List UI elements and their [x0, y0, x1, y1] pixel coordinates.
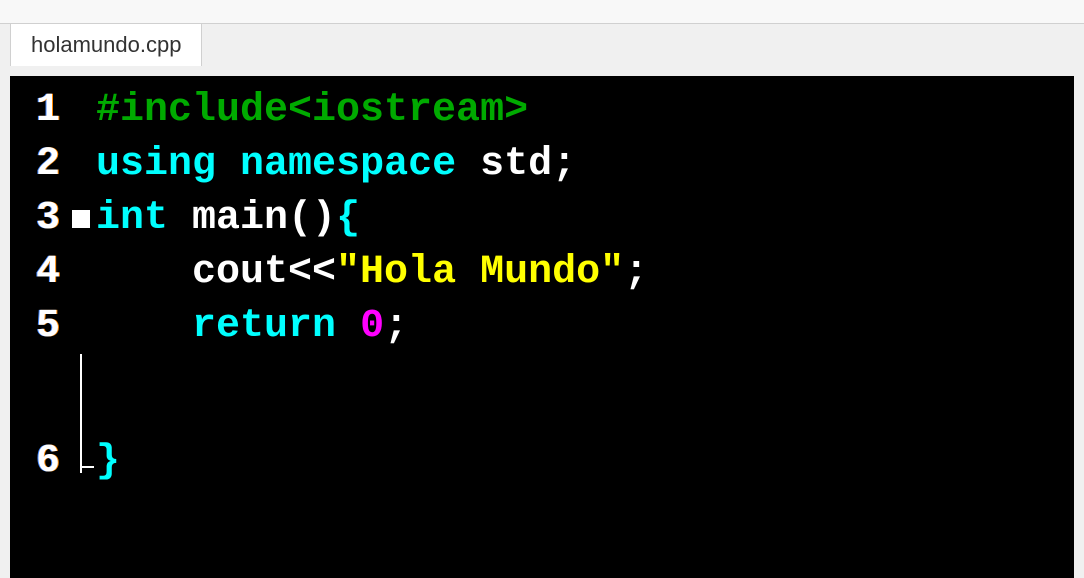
token-keyword: namespace	[240, 142, 456, 187]
code-line: 4 cout<<"Hola Mundo";	[16, 246, 1068, 300]
editor-top-bar	[0, 0, 1084, 24]
file-tab[interactable]: holamundo.cpp	[10, 24, 202, 66]
token-keyword: return	[192, 304, 336, 349]
fold-end-vertical	[80, 354, 82, 473]
code-content: #include<iostream>	[96, 84, 528, 138]
code-content: int main(){	[96, 192, 360, 246]
code-content: return 0;	[96, 300, 408, 354]
code-line: 3 int main(){	[16, 192, 1068, 246]
fold-gutter-end	[66, 354, 96, 570]
token-brace: {	[336, 196, 360, 241]
code-line: 2 using namespace std;	[16, 138, 1068, 192]
line-number: 3	[16, 192, 66, 246]
line-number: 4	[16, 246, 66, 300]
token-identifier: std	[480, 142, 552, 187]
line-number: 1	[16, 84, 66, 138]
token-keyword: using	[96, 142, 216, 187]
code-content: using namespace std;	[96, 138, 576, 192]
line-number: 2	[16, 138, 66, 192]
code-content: cout<<"Hola Mundo";	[96, 246, 648, 300]
code-line: 1 #include<iostream>	[16, 84, 1068, 138]
code-line: 6 }	[16, 354, 1068, 570]
token-punct: ()	[288, 196, 336, 241]
token-punct: ;	[552, 142, 576, 187]
token-number: 0	[360, 304, 384, 349]
fold-square-icon	[72, 210, 90, 228]
token-punct: ;	[624, 250, 648, 295]
token-punct: ;	[384, 304, 408, 349]
fold-toggle[interactable]	[66, 210, 96, 228]
token-function: main	[192, 196, 288, 241]
tab-bar: holamundo.cpp	[0, 24, 1084, 66]
code-line: 5 return 0;	[16, 300, 1068, 354]
code-editor[interactable]: 1 #include<iostream> 2 using namespace s…	[10, 76, 1074, 578]
token-string: "Hola Mundo"	[336, 250, 624, 295]
line-number: 6	[16, 435, 66, 489]
line-number: 5	[16, 300, 66, 354]
file-tab-label: holamundo.cpp	[31, 32, 181, 57]
fold-end-horizontal	[80, 466, 94, 468]
token-keyword: int	[96, 196, 168, 241]
token-operator: <<	[288, 250, 336, 295]
token-identifier: cout	[192, 250, 288, 295]
token-preprocessor: #include<iostream>	[96, 88, 528, 133]
